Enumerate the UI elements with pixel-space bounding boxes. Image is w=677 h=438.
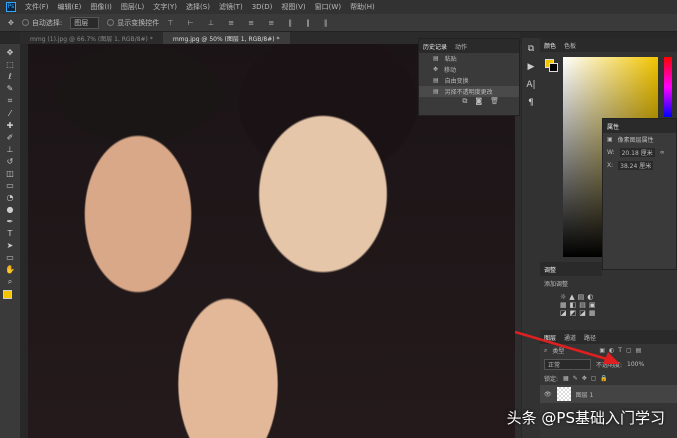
history-item[interactable]: ✥ 移动 <box>419 64 519 75</box>
marquee-tool-icon[interactable]: ⬚ <box>6 60 14 69</box>
move-tool-icon[interactable]: ✥ <box>7 48 14 57</box>
layer-thumbnail <box>556 387 571 401</box>
tab-actions[interactable]: 动作 <box>455 42 467 51</box>
menu-file[interactable]: 文件(F) <box>25 2 49 12</box>
document-icon: ▤ <box>433 77 439 84</box>
menu-bar: Ps 文件(F) 编辑(E) 图像(I) 图层(L) 文字(Y) 选择(S) 滤… <box>0 0 677 14</box>
lock-label: 锁定: <box>544 376 559 383</box>
width-input[interactable]: 20.18 厘米 <box>619 148 655 157</box>
tab-swatches[interactable]: 色板 <box>564 41 576 50</box>
crop-tool-icon[interactable]: ⌗ <box>8 96 13 106</box>
show-transform-checkbox[interactable]: 显示变换控件 <box>107 18 159 28</box>
dodge-tool-icon[interactable]: ● <box>7 205 14 214</box>
options-bar: ✥ 自动选择: 图层 显示变换控件 ⊤ ⊢ ⊥ ≡ ≡ ≡ ‖ ‖ ‖ <box>0 14 677 32</box>
color-swatches[interactable] <box>3 290 17 304</box>
show-transform-label: 显示变换控件 <box>117 18 160 27</box>
menu-filter[interactable]: 滤镜(T) <box>219 2 243 12</box>
hand-tool-icon[interactable]: ✋ <box>5 265 15 274</box>
menu-3d[interactable]: 3D(D) <box>252 3 273 11</box>
eyedropper-tool-icon[interactable]: ⁄ <box>9 109 10 118</box>
menu-edit[interactable]: 编辑(E) <box>58 2 82 12</box>
layer-name: 图层 1 <box>575 391 594 399</box>
adjustment-icons[interactable]: ☼▲▤◐ ▦◧▤▣ ◪◩◪▦ <box>540 291 602 319</box>
hue-slider[interactable] <box>664 57 672 117</box>
brush-tool-icon[interactable]: ✐ <box>7 133 14 142</box>
history-item-active[interactable]: ▤ 另择不透明度更改 <box>419 86 519 97</box>
stamp-tool-icon[interactable]: ⊥ <box>7 145 14 154</box>
properties-panel: 属性 ▣ 像素图层属性 W: 20.18 厘米 ∞ X: 38.24 厘米 <box>602 118 677 270</box>
pixel-layer-icon: ▣ <box>607 136 613 143</box>
camera-icon[interactable]: ◙ <box>475 97 490 105</box>
x-input[interactable]: 38.24 厘米 <box>618 161 654 170</box>
new-document-icon[interactable]: ⧉ <box>462 97 475 105</box>
red-arrow-annotation <box>515 330 620 364</box>
history-item[interactable]: ▤ 粘贴 <box>419 53 519 64</box>
eye-icon[interactable]: 👁 <box>544 391 552 398</box>
pen-tool-icon[interactable]: ✒ <box>7 217 14 226</box>
auto-select-label: 自动选择: <box>31 18 63 27</box>
width-label: W: <box>607 149 615 156</box>
history-item-label: 移动 <box>444 67 457 74</box>
trash-icon[interactable]: 🗑 <box>490 97 507 105</box>
menu-view[interactable]: 视图(V) <box>281 2 305 12</box>
opacity-input[interactable]: 100% <box>627 361 644 368</box>
shape-tool-icon[interactable]: ▭ <box>6 253 14 262</box>
document-icon: ▤ <box>433 88 439 95</box>
healing-tool-icon[interactable]: ✚ <box>7 121 14 130</box>
align-icons[interactable]: ⊤ ⊢ ⊥ ≡ ≡ ≡ ‖ ‖ ‖ <box>167 19 333 27</box>
history-item[interactable]: ▤ 自由变换 <box>419 75 519 86</box>
zoom-tool-icon[interactable]: ⌕ <box>8 277 12 287</box>
move-icon: ✥ <box>433 66 439 73</box>
background-color[interactable] <box>549 63 558 72</box>
history-item-label: 另择不透明度更改 <box>444 89 493 96</box>
quick-select-tool-icon[interactable]: ✎ <box>7 84 14 93</box>
path-select-icon[interactable]: ➤ <box>7 241 14 250</box>
menu-type[interactable]: 文字(Y) <box>153 2 177 12</box>
auto-select-checkbox[interactable]: 自动选择: <box>21 18 63 28</box>
character-panel-icon[interactable]: A| <box>526 80 535 90</box>
blur-tool-icon[interactable]: ◔ <box>7 193 14 202</box>
color-panel-tabs: 颜色 色板 <box>540 38 677 52</box>
target-select[interactable]: 图层 <box>70 16 100 29</box>
tab-mmg1[interactable]: mmg (1).jpg @ 66.7% (图层 1, RGB/8#) * <box>20 32 163 44</box>
paragraph-panel-icon[interactable]: ¶ <box>528 98 534 108</box>
tab-color[interactable]: 颜色 <box>544 41 556 50</box>
history-footer: ⧉◙🗑 <box>419 97 519 106</box>
properties-title: 属性 <box>607 123 620 131</box>
history-panel-icon[interactable]: ⧉ <box>528 44 534 54</box>
lasso-tool-icon[interactable]: ℓ <box>8 72 11 81</box>
tools-panel: ✥ ⬚ ℓ ✎ ⌗ ⁄ ✚ ✐ ⊥ ↺ ◫ ▭ ◔ ● ✒ T ➤ ▭ ✋ ⌕ <box>0 44 20 438</box>
properties-subtitle: 像素图层属性 <box>617 137 654 144</box>
photoshop-logo: Ps <box>6 2 16 12</box>
add-adjustment-label: 添加调整 <box>544 281 569 288</box>
adjustments-title: 调整 <box>544 266 557 274</box>
tab-mmg[interactable]: mmg.jpg @ 50% (图层 1, RGB/8#) * <box>162 32 290 44</box>
history-panel: 历史记录 动作 ▤ 粘贴 ✥ 移动 ▤ 自由变换 ▤ 另择不透明度更改 ⧉◙🗑 <box>418 38 520 116</box>
panel-icon-strip: ⧉ ▶ A| ¶ <box>522 38 540 438</box>
history-item-label: 粘贴 <box>444 56 457 63</box>
gradient-tool-icon[interactable]: ▭ <box>6 181 14 190</box>
layer-row[interactable]: 👁 图层 1 <box>540 385 677 403</box>
menu-image[interactable]: 图像(I) <box>90 2 112 12</box>
x-label: X: <box>607 162 614 169</box>
move-tool-icon[interactable]: ✥ <box>8 19 14 27</box>
lock-icons[interactable]: ▦✎✥▢🔒 <box>563 375 612 382</box>
actions-play-icon[interactable]: ▶ <box>528 62 535 72</box>
menu-select[interactable]: 选择(S) <box>186 2 210 12</box>
eraser-tool-icon[interactable]: ◫ <box>6 169 14 178</box>
history-brush-icon[interactable]: ↺ <box>7 157 14 166</box>
menu-window[interactable]: 窗口(W) <box>315 2 341 12</box>
document-icon: ▤ <box>433 55 439 62</box>
adjustments-panel: 调整 添加调整 ☼▲▤◐ ▦◧▤▣ ◪◩◪▦ <box>540 262 602 319</box>
link-icon[interactable]: ∞ <box>660 149 665 156</box>
menu-layer[interactable]: 图层(L) <box>121 2 144 12</box>
tab-history[interactable]: 历史记录 <box>423 42 447 51</box>
history-item-label: 自由变换 <box>444 78 469 85</box>
type-tool-icon[interactable]: T <box>8 229 13 238</box>
watermark: 头条 @PS基础入门学习 <box>506 409 665 427</box>
menu-help[interactable]: 帮助(H) <box>350 2 375 12</box>
